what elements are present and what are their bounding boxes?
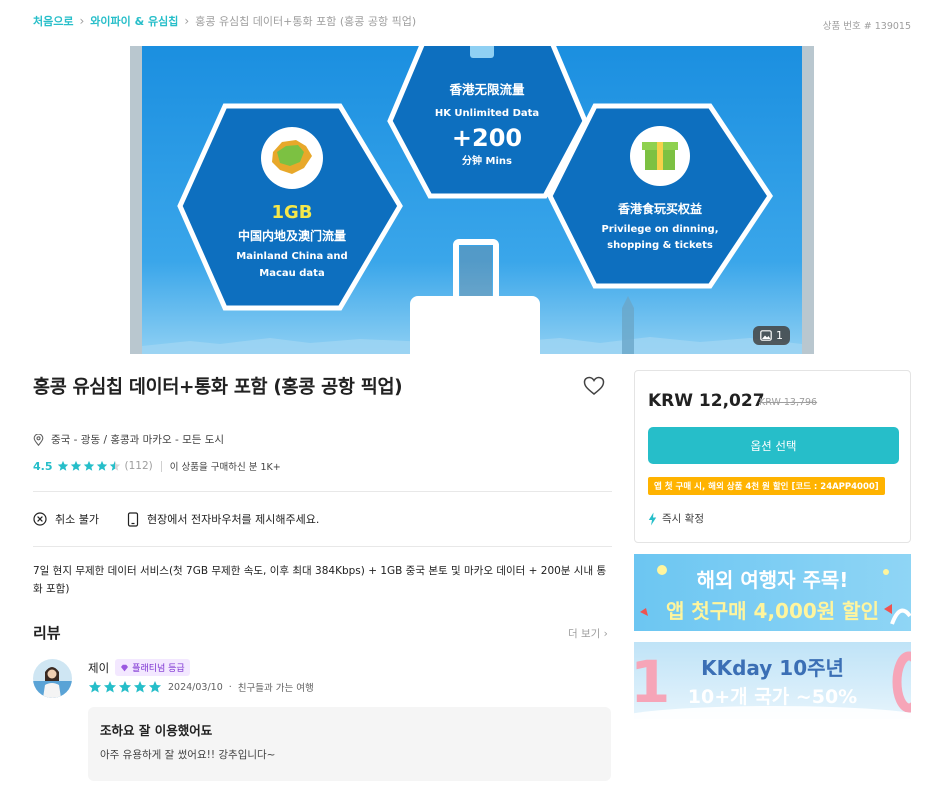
hero-right-sub2: shopping & tickets xyxy=(607,240,713,251)
policy-cancel-text: 취소 불가 xyxy=(55,513,99,526)
star-icon xyxy=(118,681,132,693)
chevron-right-icon: › xyxy=(603,628,608,640)
chevron-right-icon: › xyxy=(79,14,85,28)
product-number: 상품 번호 # 139015 xyxy=(822,21,911,32)
image-icon xyxy=(760,330,772,341)
hero-center-title: 香港无限流量 xyxy=(448,82,525,97)
policy-voucher-text: 현장에서 전자바우처를 제시해주세요. xyxy=(146,513,320,526)
more-reviews-link[interactable]: 더 보기 › xyxy=(568,626,608,641)
banner-anniv-line2: 10+개 국가 ~50% xyxy=(687,686,858,708)
reviewer-info: 제이 플래티넘 등급 xyxy=(88,659,190,676)
booked-count: 이 상품을 구매하신 분 1K+ xyxy=(169,462,281,473)
star-icon xyxy=(96,460,107,471)
breadcrumb-current: 홍콩 유심칩 데이터+통화 포함 (홍콩 공항 픽업) xyxy=(195,15,417,28)
hero-image[interactable]: 香港无限流量 HK Unlimited Data +200 分钟 Mins 1G… xyxy=(130,46,814,354)
chevron-right-icon: › xyxy=(184,14,190,28)
photo-count: 1 xyxy=(776,329,783,342)
promo-banner-app[interactable]: 해외 여행자 주목! 앱 첫구매 4,000원 할인 xyxy=(634,554,911,631)
reviewer-name: 제이 xyxy=(88,660,110,675)
location: 중국 - 광동 / 홍콩과 마카오 - 모든 도시 xyxy=(33,432,224,447)
divider xyxy=(160,460,162,472)
review-count: (112) xyxy=(124,460,153,472)
location-text: 중국 - 광동 / 홍콩과 마카오 - 모든 도시 xyxy=(51,434,225,446)
reviews-heading: 리뷰 xyxy=(33,624,61,642)
hero-left-title: 中国内地及澳门流量 xyxy=(238,228,346,243)
banner-app-line1: 해외 여행자 주목! xyxy=(696,568,849,592)
mobile-phone-icon xyxy=(127,511,139,527)
hero-left-sub1: Mainland China and xyxy=(236,251,347,262)
more-reviews-label: 더 보기 xyxy=(568,628,601,640)
banner-app-line2: 앱 첫구매 4,000원 할인 xyxy=(666,599,879,623)
divider xyxy=(33,491,612,492)
instant-confirm-text: 즉시 확정 xyxy=(662,513,704,525)
policy-row: 취소 불가 현장에서 전자바우처를 제시해주세요. xyxy=(33,511,347,527)
banner-anniv-line1: KKday 10주년 xyxy=(701,656,844,680)
product-title: 홍콩 유심칩 데이터+통화 포함 (홍콩 공항 픽업) xyxy=(33,377,403,398)
diamond-icon xyxy=(121,664,129,671)
hero-center-big: +200 xyxy=(452,124,522,152)
review-meta: 2024/03/10 · 친구들과 가는 여행 xyxy=(88,680,314,694)
rating-score: 4.5 xyxy=(33,459,53,473)
rating-stars xyxy=(57,460,121,472)
heart-icon[interactable] xyxy=(583,376,605,396)
hero-right-sub1: Privilege on dinning, xyxy=(601,224,718,235)
policy-voucher: 현장에서 전자바우처를 제시해주세요. xyxy=(127,511,319,527)
location-pin-icon xyxy=(33,433,44,446)
review-title: 조하요 잘 이용했어됴 xyxy=(100,723,213,738)
original-price: KRW 13,796 xyxy=(759,397,818,408)
breadcrumb-home-link[interactable]: 처음으로 xyxy=(33,13,73,29)
hero-left-sub2: Macau data xyxy=(259,268,324,279)
hero-left-big: 1GB xyxy=(271,202,312,223)
review-body: 아주 유용하게 잘 썼어요!! 강추입니다~ xyxy=(100,749,276,761)
select-option-button[interactable]: 옵션 선택 xyxy=(648,427,899,464)
instant-confirm: 즉시 확정 xyxy=(648,511,704,526)
star-icon xyxy=(148,681,162,693)
product-description: 7일 현지 무제한 데이터 서비스(첫 7GB 무제한 속도, 이후 최대 38… xyxy=(33,565,607,595)
review-card[interactable]: 조하요 잘 이용했어됴 아주 유용하게 잘 썼어요!! 강추입니다~ xyxy=(88,707,611,781)
star-icon xyxy=(88,681,102,693)
star-icon xyxy=(70,460,81,471)
star-icon xyxy=(109,460,120,471)
policy-cancel: 취소 불가 xyxy=(33,511,99,527)
star-icon xyxy=(103,681,117,693)
divider xyxy=(33,546,612,547)
review-trip-type: 친구들과 가는 여행 xyxy=(237,683,314,694)
hero-right-title: 香港食玩买权益 xyxy=(617,201,702,216)
star-icon xyxy=(133,681,147,693)
membership-badge: 플래티넘 등급 xyxy=(115,659,190,676)
booking-card: KRW 12,027 KRW 13,796 옵션 선택 앱 첫 구매 시, 해외… xyxy=(634,370,911,543)
review-stars xyxy=(88,680,162,694)
rating-summary[interactable]: 4.5 (112) 이 상품을 구매하신 분 1K+ xyxy=(33,459,281,474)
breadcrumb-category-link[interactable]: 와이파이 & 유심칩 xyxy=(90,13,178,29)
hero-center-unit: 分钟 Mins xyxy=(462,154,512,167)
meta-dot: · xyxy=(228,681,232,693)
promo-banner-anniversary[interactable]: 1 KKday 10주년 10+개 국가 ~50% xyxy=(634,642,911,719)
hero-illustration: 香港无限流量 HK Unlimited Data +200 分钟 Mins 1G… xyxy=(130,46,814,354)
cancel-circle-icon xyxy=(33,512,47,526)
price: KRW 12,027 xyxy=(648,391,765,411)
avatar xyxy=(33,659,72,698)
photo-count-button[interactable]: 1 xyxy=(753,326,790,345)
star-icon xyxy=(83,460,94,471)
hero-center-sub: HK Unlimited Data xyxy=(435,108,539,119)
promo-badge: 앱 첫 구매 시, 해외 상품 4천 원 할인 [코드 : 24APP4000] xyxy=(648,477,885,495)
star-icon xyxy=(57,460,68,471)
review-date: 2024/03/10 xyxy=(168,681,223,693)
breadcrumb: 처음으로 › 와이파이 & 유심칩 › 홍콩 유심칩 데이터+통화 포함 (홍콩… xyxy=(33,13,416,29)
lightning-icon xyxy=(648,512,657,525)
membership-badge-label: 플래티넘 등급 xyxy=(132,664,185,674)
